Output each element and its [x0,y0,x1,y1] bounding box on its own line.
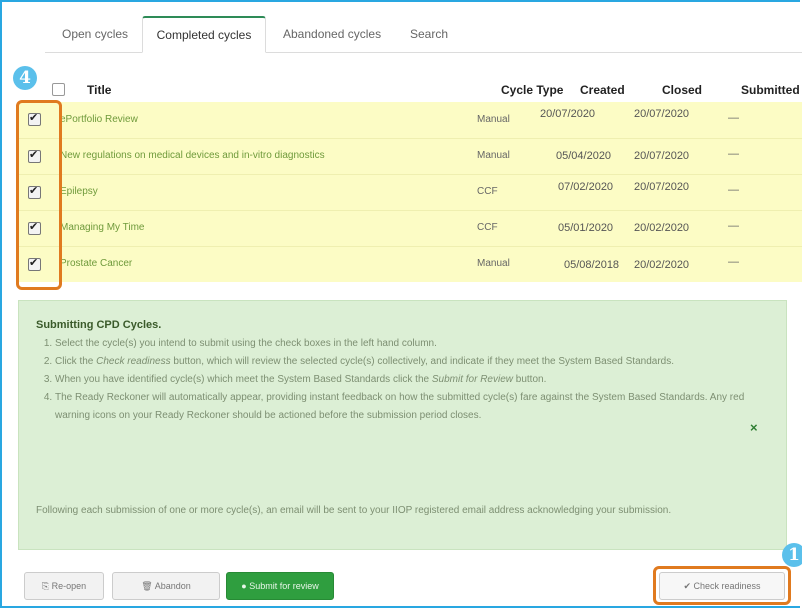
created-date: 05/08/2018 [564,259,620,271]
tab-open-cycles[interactable]: Open cycles [62,16,128,51]
column-header-title: Title [87,83,112,97]
cycle-type: Manual [477,258,510,269]
info-footer: Following each submission of one or more… [36,505,672,516]
reopen-icon: ⎘ [41,581,50,591]
cycle-tabs: Open cycles Completed cycles Abandoned c… [45,16,802,53]
cycle-title-link[interactable]: Epilepsy [60,186,98,197]
created-date: 05/04/2020 [556,150,612,162]
cycle-title-link[interactable]: Managing My Time [60,222,144,233]
submitted-date: — [728,112,739,124]
check-readiness-highlight [653,566,791,605]
submitted-date: — [728,184,739,196]
table-row[interactable]: Managing My Time CCF 05/01/2020 20/02/20… [18,210,802,247]
submit-for-review-button[interactable]: ● Submit for review [226,572,334,600]
reopen-button[interactable]: ⎘ Re-open [24,572,104,600]
info-step-3: When you have identified cycle(s) which … [55,371,765,389]
table-row[interactable]: ePortfolio Review Manual 20/07/2020 20/0… [18,102,802,139]
closed-date: 20/07/2020 [634,150,690,162]
tab-abandoned-cycles[interactable]: Abandoned cycles [283,16,381,51]
cycle-type: CCF [477,222,498,233]
created-date: 07/02/2020 [558,181,614,193]
column-header-closed: Closed [662,83,703,97]
created-date: 20/07/2020 [540,108,596,120]
submitted-date: — [728,220,739,232]
column-header-submitted: Submitted [741,83,800,97]
cycle-title-link[interactable]: ePortfolio Review [60,114,138,125]
cycle-title-link[interactable]: New regulations on medical devices and i… [60,150,325,161]
select-all-checkbox[interactable] [52,83,65,96]
table-row[interactable]: Epilepsy CCF 07/02/2020 20/07/2020 — [18,174,802,211]
trash-icon: 🗑 [141,581,153,591]
info-steps: Select the cycle(s) you intend to submit… [27,335,765,425]
closed-date: 20/02/2020 [634,259,690,271]
info-step-2: Click the Check readiness button, which … [55,353,765,371]
created-date: 05/01/2020 [558,222,614,234]
closed-date: 20/02/2020 [634,222,690,234]
table-row[interactable]: New regulations on medical devices and i… [18,138,802,175]
info-step-4: The Ready Reckoner will automatically ap… [55,389,765,425]
close-icon[interactable]: × [750,420,758,435]
completed-cycles-table: ePortfolio Review Manual 20/07/2020 20/0… [18,102,802,282]
step-badge-1: 1 [782,543,802,567]
cycle-title-link[interactable]: Prostate Cancer [60,258,132,269]
checkbox-column-highlight [16,100,62,290]
closed-date: 20/07/2020 [634,108,690,120]
submitted-date: — [728,256,739,268]
column-header-created: Created [580,83,625,97]
info-title: Submitting CPD Cycles. [36,319,162,331]
tab-search[interactable]: Search [410,16,448,51]
step-badge-4: 4 [13,66,37,90]
abandon-button[interactable]: 🗑 Abandon [112,572,220,600]
info-step-1: Select the cycle(s) you intend to submit… [55,335,765,353]
circle-icon: ● [241,581,247,591]
cycle-type: CCF [477,186,498,197]
column-header-cycle-type: Cycle Type [501,83,564,97]
submitted-date: — [728,148,739,160]
tab-completed-cycles[interactable]: Completed cycles [142,16,266,53]
cycle-type: Manual [477,114,510,125]
submission-info-panel: Submitting CPD Cycles. Select the cycle(… [18,300,787,550]
table-row[interactable]: Prostate Cancer Manual 05/08/2018 20/02/… [18,246,802,282]
closed-date: 20/07/2020 [634,181,690,193]
cycle-type: Manual [477,150,510,161]
